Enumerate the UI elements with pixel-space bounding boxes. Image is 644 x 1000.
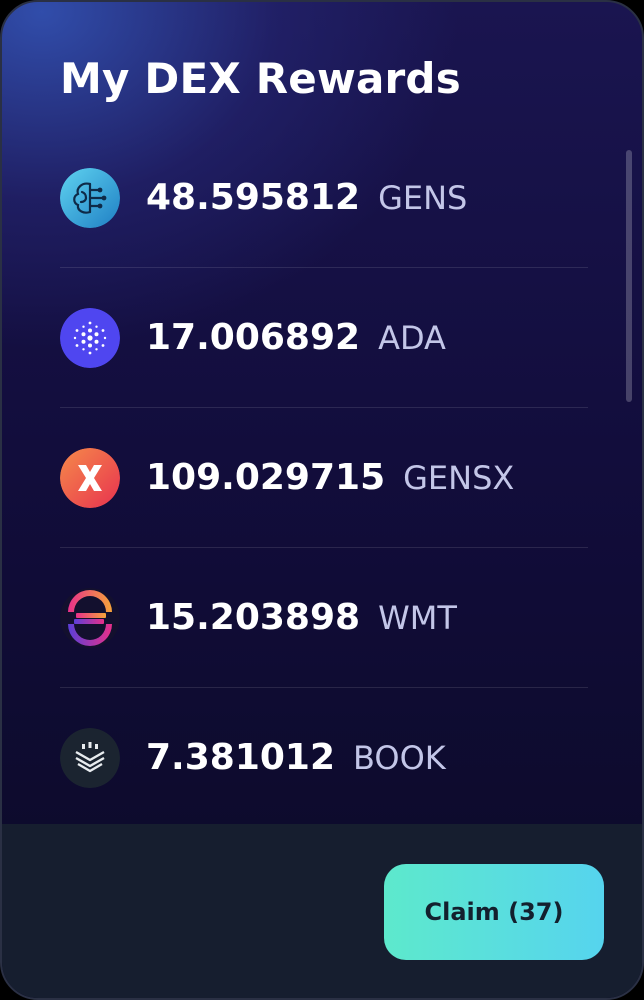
reward-ticker: BOOK [353,738,446,777]
claim-button[interactable]: Claim (37) [384,864,604,960]
list-item: 7.381012 BOOK [60,688,588,827]
gensx-x-icon [60,447,120,508]
footer-bar: Claim (37) [2,824,642,998]
wmt-s-icon [60,587,120,648]
reward-amount: 109.029715 [146,457,386,498]
ada-cardano-icon [60,307,120,368]
book-chevron-icon [60,727,120,788]
reward-amount: 17.006892 [146,317,361,358]
page-title: My DEX Rewards [60,54,461,103]
list-item: 48.595812 GENS [60,128,588,268]
gens-brain-icon [60,167,120,228]
reward-amount: 48.595812 [146,177,361,218]
reward-ticker: ADA [378,318,446,357]
rewards-list: 48.595812 GENS 17.006892 ADA 109.029715 … [60,128,588,827]
list-scrollbar[interactable] [626,150,632,402]
list-item: 109.029715 GENSX [60,408,588,548]
reward-ticker: WMT [378,598,457,637]
reward-amount: 7.381012 [146,737,336,778]
reward-ticker: GENSX [403,458,515,497]
list-item: 15.203898 WMT [60,548,588,688]
rewards-card: My DEX Rewards 48.595812 GENS 17.006892 … [0,0,644,1000]
reward-ticker: GENS [378,178,468,217]
reward-amount: 15.203898 [146,597,361,638]
list-item: 17.006892 ADA [60,268,588,408]
